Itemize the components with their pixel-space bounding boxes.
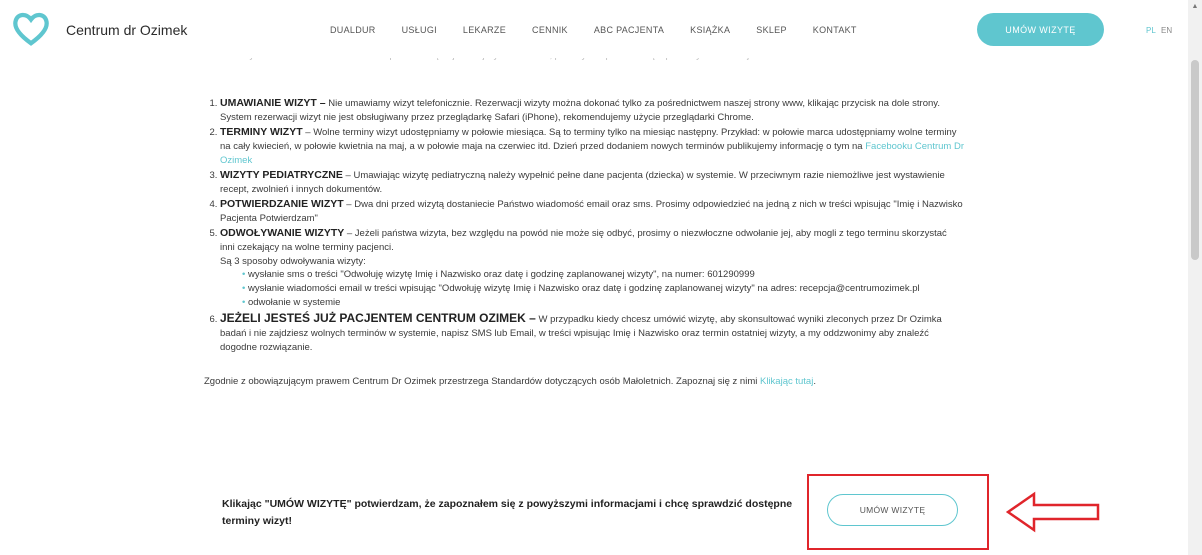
nav-item-dualdur[interactable]: DUALDUR <box>330 25 376 35</box>
list-item: POTWIERDZANIE WIZYT – Dwa dni przed wizy… <box>220 197 964 226</box>
law-text: Zgodnie z obowiązującym prawem Centrum D… <box>204 375 760 387</box>
item-title: TERMINY WIZYT <box>220 125 303 138</box>
list-item: ODWOŁYWANIE WIZYTY – Jeżeli państwa wizy… <box>220 226 964 310</box>
nav-item-abc-pacjenta[interactable]: ABC PACJENTA <box>594 25 664 35</box>
scrollbar[interactable]: ▲ <box>1188 0 1202 555</box>
book-visit-button-top[interactable]: UMÓW WIZYTĘ <box>977 13 1104 46</box>
item-title: ODWOŁYWANIE WIZYTY <box>220 226 345 239</box>
item-title: POTWIERDZANIE WIZYT <box>220 197 344 210</box>
list-item: odwołanie w systemie <box>242 296 964 310</box>
list-item: JEŻELI JESTEŚ JUŻ PACJENTEM CENTRUM OZIM… <box>220 310 964 355</box>
list-item: UMAWIANIE WIZYT – Nie umawiamy wizyt tel… <box>220 96 964 125</box>
item-text: Nie umawiamy wizyt telefonicznie. Rezerw… <box>325 98 940 109</box>
highlight-box <box>807 474 989 550</box>
list-item: wysłanie sms o treści "Odwołuję wizytę I… <box>242 268 964 282</box>
item-title: WIZYTY PEDIATRYCZNE <box>220 168 343 181</box>
site-header: Centrum dr Ozimek DUALDUR USŁUGI LEKARZE… <box>0 0 1202 58</box>
cancel-methods-list: wysłanie sms o treści "Odwołuję wizytę I… <box>220 268 964 309</box>
main-nav: DUALDUR USŁUGI LEKARZE CENNIK ABC PACJEN… <box>330 25 883 35</box>
nav-item-uslugi[interactable]: USŁUGI <box>402 25 437 35</box>
rules-content: UMAWIANIE WIZYT – Nie umawiamy wizyt tel… <box>204 96 964 388</box>
list-item: TERMINY WIZYT – Wolne terminy wizyt udos… <box>220 125 964 168</box>
item-text: – Wolne terminy wizyt udostępniamy w poł… <box>220 126 957 153</box>
item-sub: Są 3 sposoby odwoływania wizyty: <box>220 255 366 267</box>
heart-icon[interactable] <box>12 10 50 48</box>
scrollbar-thumb[interactable] <box>1191 60 1199 260</box>
item-title: JEŻELI JESTEŚ JUŻ PACJENTEM CENTRUM OZIM… <box>220 310 536 325</box>
item-title: UMAWIANIE WIZYT – <box>220 97 326 109</box>
scroll-up-icon[interactable]: ▲ <box>1188 0 1202 14</box>
item-extra: System rezerwacji wizyt nie jest obsługi… <box>220 112 754 124</box>
standards-link[interactable]: Klikając tutaj <box>760 376 813 387</box>
lang-pl-link[interactable]: PL <box>1146 26 1156 35</box>
nav-item-ksiazka[interactable]: KSIĄŻKA <box>690 25 730 35</box>
list-item: wysłanie wiadomości email w treści wpisu… <box>242 282 964 296</box>
confirm-text: Klikając "UMÓW WIZYTĘ" potwierdzam, że z… <box>222 498 793 527</box>
nav-item-kontakt[interactable]: KONTAKT <box>813 25 857 35</box>
law-paragraph: Zgodnie z obowiązującym prawem Centrum D… <box>204 375 816 387</box>
nav-item-sklep[interactable]: SKLEP <box>756 25 787 35</box>
brand-name[interactable]: Centrum dr Ozimek <box>66 22 187 38</box>
lang-en-link[interactable]: EN <box>1161 26 1172 35</box>
list-item: WIZYTY PEDIATRYCZNE – Umawiając wizytę p… <box>220 168 964 197</box>
arrow-left-icon <box>1006 491 1100 533</box>
rules-list: UMAWIANIE WIZYT – Nie umawiamy wizyt tel… <box>204 96 964 355</box>
nav-item-lekarze[interactable]: LEKARZE <box>463 25 506 35</box>
nav-item-cennik[interactable]: CENNIK <box>532 25 568 35</box>
